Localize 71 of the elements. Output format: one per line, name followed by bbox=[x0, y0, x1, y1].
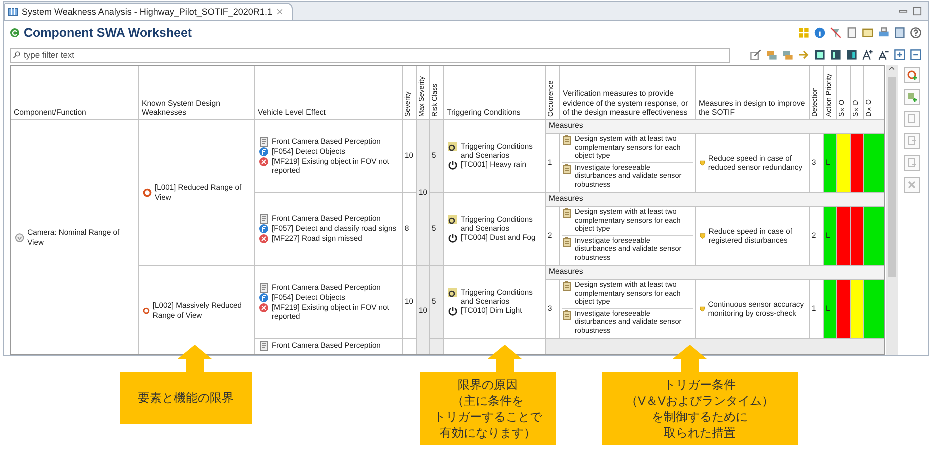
callout-line: 有効になります） bbox=[440, 424, 536, 440]
document-icon bbox=[259, 282, 269, 293]
power-icon bbox=[448, 233, 458, 244]
function-icon bbox=[259, 146, 269, 157]
collapse-icon[interactable] bbox=[910, 49, 922, 61]
filter-field[interactable]: type filter text bbox=[10, 48, 730, 62]
shield-icon bbox=[700, 304, 706, 314]
info-icon[interactable] bbox=[814, 27, 826, 39]
table-layout-icon[interactable] bbox=[830, 49, 842, 61]
clipboard-icon bbox=[562, 236, 572, 247]
table-icon bbox=[8, 7, 18, 17]
add-icon bbox=[907, 70, 917, 80]
clipboard-icon bbox=[562, 164, 572, 174]
expand-icon[interactable] bbox=[894, 49, 906, 61]
component-icon bbox=[15, 232, 25, 242]
edit-icon[interactable] bbox=[750, 49, 762, 61]
window-icon[interactable] bbox=[862, 27, 874, 39]
callout-line: を制御するために bbox=[652, 408, 748, 424]
close-icon[interactable] bbox=[276, 8, 284, 16]
power-icon bbox=[448, 306, 458, 316]
callout-line: 取られた措置 bbox=[664, 424, 736, 440]
ring-icon bbox=[143, 306, 150, 316]
document-icon bbox=[259, 136, 269, 147]
error-icon bbox=[259, 234, 269, 244]
export-icon[interactable] bbox=[894, 27, 906, 39]
stack-icon[interactable] bbox=[766, 49, 778, 61]
callout-line: トリガー条件 bbox=[664, 376, 736, 392]
document-icon bbox=[259, 341, 269, 351]
print-icon[interactable] bbox=[878, 27, 890, 39]
table-layout-icon[interactable] bbox=[846, 49, 858, 61]
arrow-icon[interactable] bbox=[798, 49, 810, 61]
editor-tab[interactable]: System Weakness Analysis - Highway_Pilot_SOTIF_2020R1.1 bbox=[4, 3, 294, 20]
document-icon[interactable] bbox=[846, 27, 858, 39]
scroll-up-icon[interactable] bbox=[888, 65, 896, 73]
document-icon bbox=[907, 158, 917, 168]
maximize-icon[interactable] bbox=[913, 6, 922, 16]
refresh-icon[interactable] bbox=[10, 28, 20, 38]
function-icon bbox=[259, 224, 269, 234]
filter-off-icon[interactable] bbox=[830, 27, 842, 39]
table-layout-icon[interactable] bbox=[814, 49, 826, 61]
callout-line: トリガーすることで bbox=[434, 408, 542, 424]
document-icon bbox=[259, 214, 269, 224]
error-icon bbox=[259, 302, 269, 313]
clipboard-icon bbox=[562, 208, 572, 218]
clipboard-icon bbox=[562, 281, 572, 291]
shield-icon bbox=[700, 231, 706, 241]
close-icon bbox=[907, 180, 917, 190]
font-increase-icon[interactable] bbox=[862, 49, 874, 61]
document-icon bbox=[907, 136, 917, 146]
callout-line: （主に条件を bbox=[452, 392, 524, 408]
search-icon bbox=[13, 51, 21, 59]
add-button[interactable] bbox=[904, 67, 920, 83]
document-icon bbox=[907, 114, 917, 124]
ring-icon bbox=[143, 188, 152, 198]
function-icon bbox=[259, 292, 269, 303]
add-icon bbox=[907, 92, 917, 102]
add-button[interactable] bbox=[904, 89, 920, 105]
callout-line: 要素と機能の限界 bbox=[138, 390, 234, 406]
clipboard-icon bbox=[562, 135, 572, 145]
error-icon bbox=[259, 156, 269, 167]
clipboard-icon bbox=[562, 310, 572, 320]
help-icon[interactable] bbox=[910, 27, 922, 39]
shield-icon bbox=[700, 158, 706, 168]
risk-class-cell bbox=[430, 339, 443, 354]
stack-icon[interactable] bbox=[782, 49, 794, 61]
font-decrease-icon[interactable] bbox=[878, 49, 890, 61]
callout-line: 限界の原因 bbox=[458, 376, 518, 392]
power-icon bbox=[448, 160, 458, 170]
scrollbar[interactable] bbox=[886, 65, 898, 355]
editor-title: Component SWA Worksheet bbox=[24, 26, 192, 40]
callout-line: （V＆Vおよびランタイム） bbox=[626, 392, 774, 408]
